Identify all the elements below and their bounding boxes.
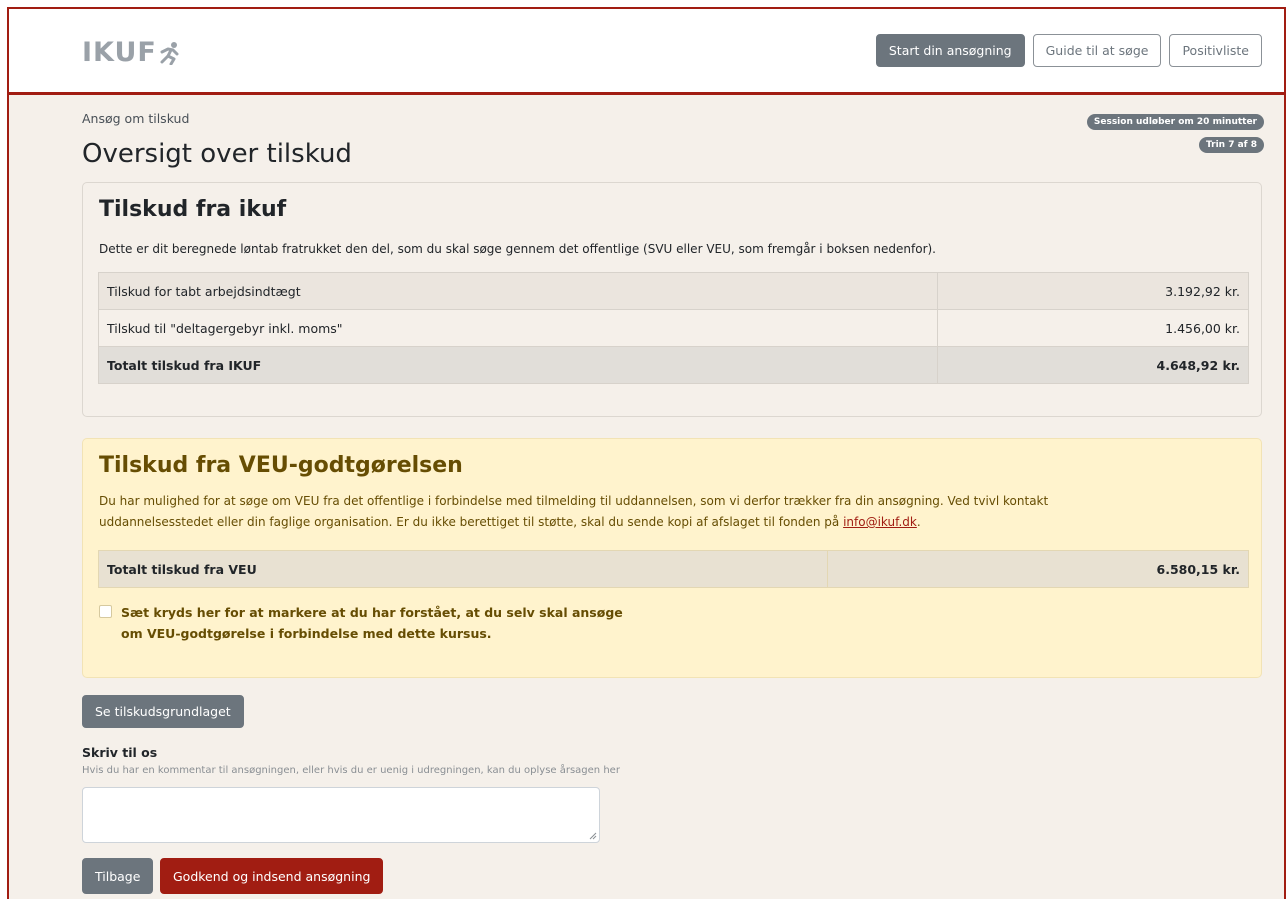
guide-button[interactable]: Guide til at søge	[1032, 34, 1162, 67]
total-label: Totalt tilskud fra VEU	[97, 550, 829, 588]
total-value: 4.648,92 kr.	[937, 346, 1249, 384]
comment-help-text: Hvis du har en kommentar til ansøgningen…	[82, 765, 620, 776]
submit-application-button[interactable]: Godkend og indsend ansøgning	[160, 858, 384, 894]
total-label: Totalt tilskud fra IKUF	[97, 346, 939, 384]
checkbox-label-line1: Sæt kryds her for at markere at du har f…	[121, 605, 623, 620]
ikuf-card-title: Tilskud fra ikuf	[99, 197, 287, 222]
app-frame: IKUF Start din ansøgning Guide til at sø…	[7, 7, 1286, 899]
breadcrumb: Ansøg om tilskud	[82, 111, 190, 126]
veu-description-line2: uddannelsesstedet eller din faglige orga…	[99, 515, 844, 529]
table-row: Tilskud til "deltagergebyr inkl. moms" 1…	[97, 309, 1249, 347]
table-row: Tilskud for tabt arbejdsindtægt 3.192,92…	[97, 272, 1249, 310]
veu-acknowledge-checkbox[interactable]: Sæt kryds her for at markere at du har f…	[99, 602, 631, 644]
checkbox-label: Sæt kryds her for at markere at du har f…	[121, 602, 631, 644]
step-badge: Trin 7 af 8	[1199, 137, 1264, 153]
checkbox-label-line2: om VEU-godtgørelse i forbindelse med det…	[121, 626, 492, 641]
row-value: 3.192,92 kr.	[937, 272, 1249, 310]
veu-card-description: Du har mulighed for at søge om VEU fra d…	[99, 491, 1249, 533]
ikuf-logo[interactable]: IKUF	[82, 37, 181, 68]
site-header: IKUF Start din ansøgning Guide til at sø…	[9, 9, 1284, 95]
veu-grant-table: Totalt tilskud fra VEU 6.580,15 kr.	[97, 550, 1249, 588]
ikuf-grant-card: Tilskud fra ikuf Dette er dit beregnede …	[82, 182, 1262, 417]
ikuf-grant-table: Tilskud for tabt arbejdsindtægt 3.192,92…	[97, 272, 1249, 384]
header-nav: Start din ansøgning Guide til at søge Po…	[875, 34, 1262, 67]
see-grant-basis-button[interactable]: Se tilskudsgrundlaget	[82, 695, 244, 728]
ikuf-card-description: Dette er dit beregnede løntab fratrukket…	[99, 242, 936, 256]
start-application-button[interactable]: Start din ansøgning	[875, 34, 1025, 67]
row-label: Tilskud for tabt arbejdsindtægt	[97, 272, 939, 310]
table-total-row: Totalt tilskud fra VEU 6.580,15 kr.	[97, 550, 1249, 588]
comment-textarea[interactable]	[82, 787, 600, 843]
back-button[interactable]: Tilbage	[82, 858, 154, 894]
table-total-row: Totalt tilskud fra IKUF 4.648,92 kr.	[97, 346, 1249, 384]
veu-grant-card: Tilskud fra VEU-godtgørelsen Du har muli…	[82, 438, 1262, 678]
total-value: 6.580,15 kr.	[827, 550, 1249, 588]
comment-label: Skriv til os	[82, 745, 158, 760]
person-running-icon	[160, 41, 179, 65]
row-value: 1.456,00 kr.	[937, 309, 1249, 347]
row-label: Tilskud til "deltagergebyr inkl. moms"	[97, 309, 939, 347]
veu-description-line1: Du har mulighed for at søge om VEU fra d…	[99, 494, 1049, 508]
resize-grip-icon[interactable]	[589, 832, 597, 840]
page-title: Oversigt over tilskud	[82, 139, 352, 169]
status-badges: Session udløber om 20 minutter Trin 7 af…	[1086, 114, 1264, 153]
email-link[interactable]: info@ikuf.dk	[843, 515, 917, 529]
logo-text: IKUF	[82, 37, 157, 68]
checkbox-input[interactable]	[99, 605, 112, 618]
positive-list-button[interactable]: Positivliste	[1169, 34, 1262, 67]
veu-card-title: Tilskud fra VEU-godtgørelsen	[99, 453, 463, 478]
veu-description-end: .	[916, 515, 921, 529]
session-badge: Session udløber om 20 minutter	[1086, 114, 1264, 130]
